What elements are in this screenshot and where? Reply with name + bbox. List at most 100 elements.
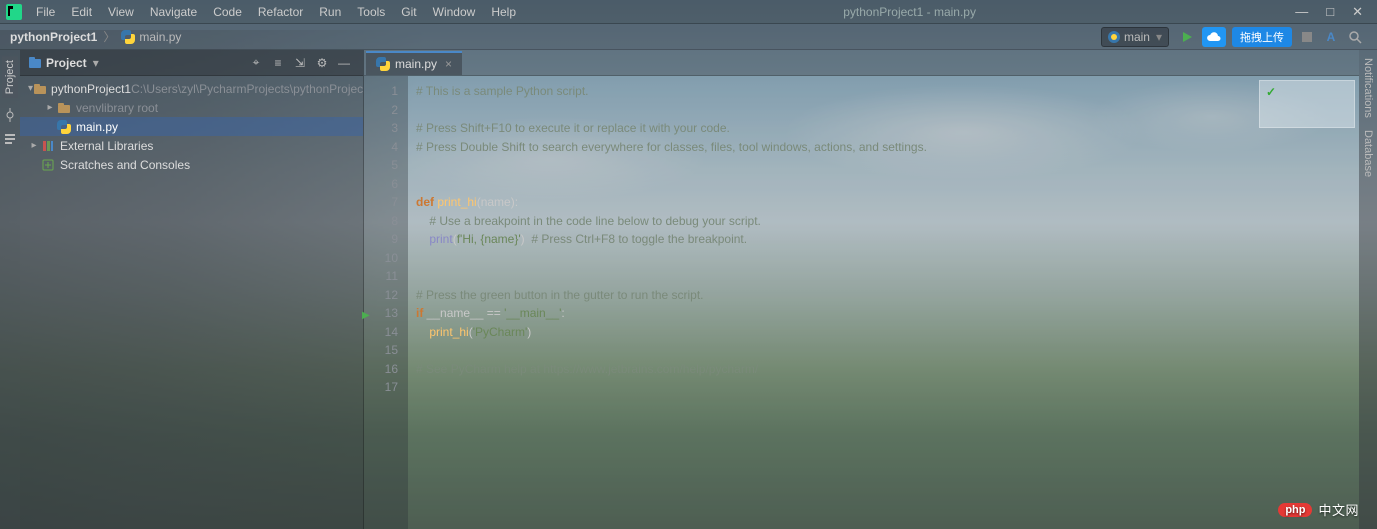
code-line[interactable] [416, 378, 1359, 397]
commit-rail-icon[interactable] [3, 108, 17, 122]
line-number[interactable]: 2 [364, 101, 398, 120]
editor-tab-label: main.py [395, 57, 437, 71]
minimize-button[interactable]: — [1295, 4, 1308, 20]
line-number[interactable]: 11 [364, 267, 398, 286]
code-line[interactable] [416, 156, 1359, 175]
tree-item[interactable]: ▸venv library root [20, 98, 363, 117]
line-number[interactable]: 13▶ [364, 304, 398, 323]
python-file-icon [121, 30, 135, 44]
line-number[interactable]: 17 [364, 378, 398, 397]
tree-item-suffix: library root [101, 101, 158, 115]
code-line[interactable] [416, 249, 1359, 268]
menu-file[interactable]: File [28, 2, 63, 22]
editor-gutter[interactable]: 12345678910111213▶14151617 [364, 76, 408, 529]
line-number[interactable]: 6 [364, 175, 398, 194]
close-button[interactable]: ✕ [1352, 4, 1363, 20]
stop-button[interactable] [1296, 27, 1318, 47]
code-line[interactable]: print_hi('PyCharm') [416, 323, 1359, 342]
code-line[interactable]: def print_hi(name): [416, 193, 1359, 212]
project-tool-title[interactable]: Project [46, 56, 87, 70]
notifications-rail-tab[interactable]: Notifications [1362, 58, 1374, 118]
line-number[interactable]: 12 [364, 286, 398, 305]
tree-twisty-icon[interactable]: ▸ [44, 102, 56, 113]
chevron-down-icon[interactable]: ▾ [93, 56, 99, 70]
project-rail-tab[interactable]: Project [2, 56, 18, 98]
menu-tools[interactable]: Tools [349, 2, 393, 22]
expand-all-icon[interactable]: ≡ [268, 53, 288, 73]
menu-refactor[interactable]: Refactor [250, 2, 311, 22]
code-line[interactable]: # This is a sample Python script. [416, 82, 1359, 101]
line-number[interactable]: 8 [364, 212, 398, 231]
upload-button[interactable]: 拖拽上传 [1232, 27, 1292, 47]
navigation-bar: pythonProject1 〉 main.py main ▾ 拖拽上传 A [0, 24, 1377, 50]
line-number[interactable]: 10 [364, 249, 398, 268]
window-title: pythonProject1 - main.py [823, 5, 996, 19]
structure-rail-icon[interactable] [3, 132, 17, 146]
run-config-label: main [1124, 30, 1150, 44]
folder-icon [56, 100, 72, 116]
menu-code[interactable]: Code [205, 2, 250, 22]
line-number[interactable]: 3 [364, 119, 398, 138]
editor-minimap[interactable]: ✓ [1259, 80, 1355, 128]
project-view-icon [28, 56, 42, 70]
breadcrumb-file[interactable]: main.py [139, 30, 181, 44]
lib-icon [40, 138, 56, 154]
run-button[interactable] [1176, 27, 1198, 47]
menu-edit[interactable]: Edit [63, 2, 100, 22]
inspect-icon[interactable]: A [1320, 27, 1342, 47]
line-number[interactable]: 5 [364, 156, 398, 175]
line-number[interactable]: 15 [364, 341, 398, 360]
tree-item[interactable]: ▸External Libraries [20, 136, 363, 155]
code-line[interactable] [416, 267, 1359, 286]
tree-item[interactable]: Scratches and Consoles [20, 155, 363, 174]
menu-window[interactable]: Window [425, 2, 484, 22]
project-tool-header: Project ▾ ⌖ ≡ ⇲ ⚙ — [20, 50, 363, 76]
breadcrumb-project[interactable]: pythonProject1 [10, 30, 97, 44]
search-everywhere-icon[interactable] [1344, 27, 1366, 47]
menu-help[interactable]: Help [483, 2, 524, 22]
code-line[interactable] [416, 101, 1359, 120]
code-line[interactable]: # Use a breakpoint in the code line belo… [416, 212, 1359, 231]
line-number[interactable]: 14 [364, 323, 398, 342]
tool-settings-icon[interactable]: ⚙ [312, 53, 332, 73]
py-icon [56, 119, 72, 135]
line-number[interactable]: 7 [364, 193, 398, 212]
close-tab-icon[interactable]: × [445, 57, 452, 71]
menu-git[interactable]: Git [393, 2, 424, 22]
maximize-button[interactable]: □ [1326, 4, 1334, 20]
editor-tabs: main.py × [364, 50, 1359, 76]
left-tool-rail: Project [0, 50, 20, 529]
folder-icon [33, 81, 47, 97]
code-line[interactable]: # Press Double Shift to search everywher… [416, 138, 1359, 157]
select-opened-file-icon[interactable]: ⌖ [246, 53, 266, 73]
code-line[interactable]: # See PyCharm help at https://www.jetbra… [416, 360, 1359, 379]
tree-item-label: Scratches and Consoles [60, 158, 190, 172]
code-line[interactable]: # Press the green button in the gutter t… [416, 286, 1359, 305]
editor-code[interactable]: # This is a sample Python script. # Pres… [408, 76, 1359, 529]
code-line[interactable]: print(f'Hi, {name}') # Press Ctrl+F8 to … [416, 230, 1359, 249]
line-number[interactable]: 4 [364, 138, 398, 157]
menu-run[interactable]: Run [311, 2, 349, 22]
collapse-all-icon[interactable]: ⇲ [290, 53, 310, 73]
line-number[interactable]: 1 [364, 82, 398, 101]
code-line[interactable] [416, 175, 1359, 194]
cloud-sync-icon[interactable] [1202, 27, 1226, 47]
tree-item-label: pythonProject1 [51, 82, 131, 96]
tree-item[interactable]: ▾pythonProject1 C:\Users\zyl\PycharmProj… [20, 79, 363, 98]
editor-tab-main[interactable]: main.py × [366, 51, 462, 75]
project-tree[interactable]: ▾pythonProject1 C:\Users\zyl\PycharmProj… [20, 76, 363, 529]
run-config-selector[interactable]: main ▾ [1101, 27, 1169, 47]
watermark: php 中文网 [1278, 500, 1359, 519]
code-line[interactable] [416, 341, 1359, 360]
scratch-icon [40, 157, 56, 173]
hide-tool-icon[interactable]: — [334, 53, 354, 73]
menu-navigate[interactable]: Navigate [142, 2, 205, 22]
line-number[interactable]: 16 [364, 360, 398, 379]
database-rail-tab[interactable]: Database [1362, 130, 1374, 177]
menu-view[interactable]: View [100, 2, 142, 22]
code-line[interactable]: if __name__ == '__main__': [416, 304, 1359, 323]
tree-item[interactable]: main.py [20, 117, 363, 136]
code-line[interactable]: # Press Shift+F10 to execute it or repla… [416, 119, 1359, 138]
tree-twisty-icon[interactable]: ▸ [28, 140, 40, 151]
line-number[interactable]: 9 [364, 230, 398, 249]
